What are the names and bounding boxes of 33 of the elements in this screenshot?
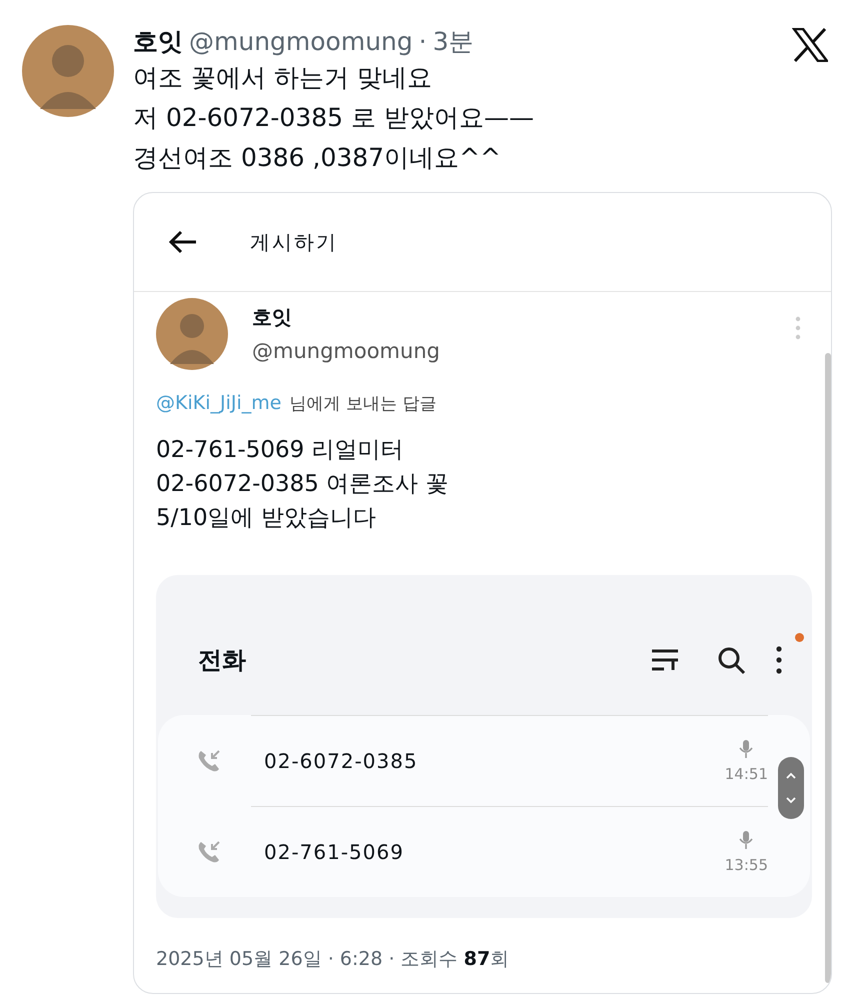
post-text-line: 여조 꽃에서 하는거 맞네요 [133, 62, 433, 94]
user-handle[interactable]: @mungmoomung [189, 27, 413, 56]
back-arrow-icon[interactable] [168, 230, 198, 254]
microphone-icon [739, 739, 754, 759]
avatar[interactable] [22, 25, 114, 117]
separator-dot: · [418, 27, 427, 56]
post-time: 3분 [432, 26, 474, 58]
call-time: 14:51 [724, 765, 768, 783]
post-text-line: 경선여조 0386 ,0387이네요^^ [133, 142, 502, 174]
notification-dot [795, 633, 804, 642]
phone-number[interactable]: 02-6072-0385 [264, 749, 418, 773]
phone-number[interactable]: 02-761-5069 [264, 840, 404, 864]
scroll-handle[interactable] [778, 757, 804, 819]
post-text-line: 02-761-5069 리얼미터 [156, 436, 405, 465]
display-name[interactable]: 호잇 [252, 304, 440, 331]
search-icon[interactable] [716, 645, 746, 675]
reply-label: 님에게 보내는 답글 [289, 393, 436, 415]
more-icon[interactable] [776, 645, 782, 675]
x-logo-icon[interactable] [792, 28, 828, 62]
microphone-icon [739, 830, 754, 850]
app-title: 전화 [198, 645, 246, 676]
post-text-line: 5/10일에 받았습니다 [156, 504, 377, 533]
post-text-line: 02-6072-0385 여론조사 꽃 [156, 470, 450, 499]
page-title: 게시하기 [250, 228, 338, 256]
scrollbar[interactable] [825, 353, 831, 983]
user-handle[interactable]: @mungmoomung [252, 339, 440, 363]
call-time: 13:55 [724, 856, 768, 874]
post-text-line: 저 02-6072-0385 로 받았어요—— [133, 102, 535, 134]
incoming-call-icon [196, 839, 222, 865]
post-timestamp-views: 2025년 05월 26일 · 6:28 · 조회수 87회 [156, 947, 510, 972]
avatar[interactable] [156, 298, 228, 370]
display-name[interactable]: 호잇 [133, 25, 183, 58]
incoming-call-icon [196, 748, 222, 774]
